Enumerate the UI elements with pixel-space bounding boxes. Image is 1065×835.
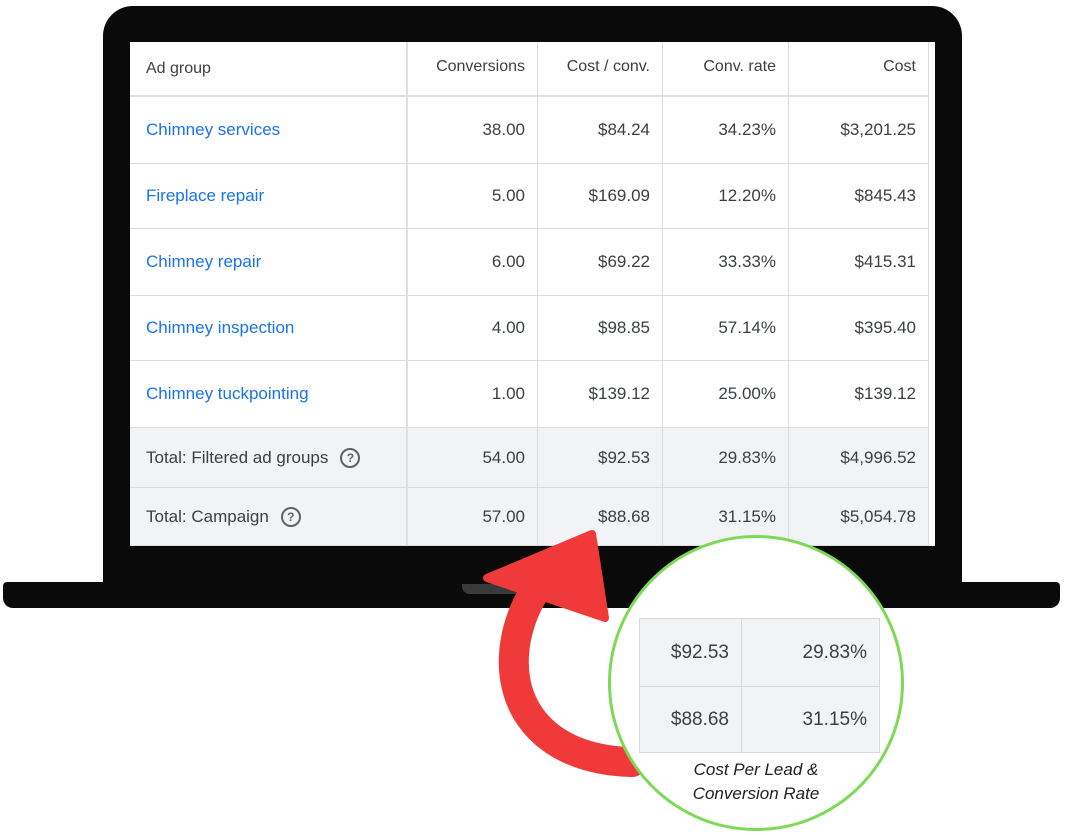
zoom-circle: $92.53 29.83% $88.68 31.15% Cost Per Lea… [608,535,904,831]
zoom-cost-per-lead-filtered: $92.53 [640,618,742,686]
zoom-cost-per-lead-campaign: $88.68 [640,686,742,752]
caption-line-2: Conversion Rate [692,784,820,803]
zoom-caption: Cost Per Lead & Conversion Rate [611,758,901,806]
curved-arrow-icon [483,530,647,777]
arrow-head [483,530,609,622]
zoom-conv-rate-filtered: 29.83% [742,618,880,686]
caption-line-1: Cost Per Lead & [693,760,819,779]
zoom-conv-rate-campaign: 31.15% [742,686,880,752]
zoom-table: $92.53 29.83% $88.68 31.15% [639,618,880,753]
